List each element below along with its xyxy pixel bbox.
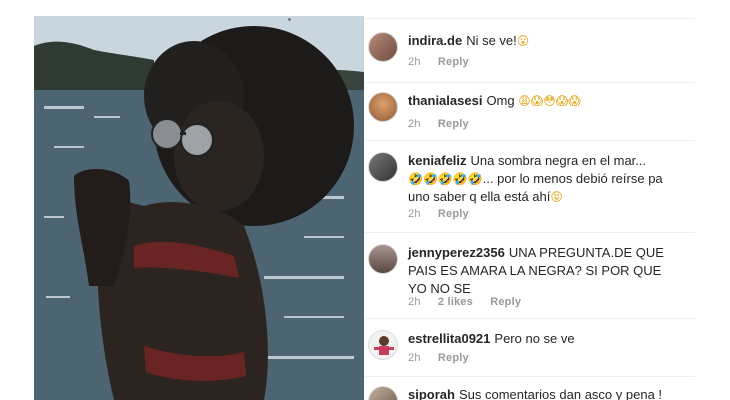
comment-meta: 2h Reply (408, 56, 483, 68)
comment-text: jennyperez2356 UNA PREGUNTA.DE QUE PAIS E… (408, 244, 678, 298)
reply-button[interactable]: Reply (438, 56, 469, 68)
comment-meta: 2h 2 likes Reply (408, 296, 535, 308)
comment-body: Pero no se ve (494, 331, 575, 346)
comment-separator (365, 82, 695, 83)
comment-body: Omg (486, 93, 515, 108)
comment-username[interactable]: siporah (408, 387, 455, 400)
avatar[interactable] (368, 32, 398, 62)
comment-text: thanialasesi Omg 😩😱😳😱😱 (408, 92, 678, 110)
cartoon-avatar-icon (374, 336, 394, 355)
comment-text: keniafeliz Una sombra negra en el mar... … (408, 152, 678, 206)
comment-username[interactable]: keniafeliz (408, 153, 467, 168)
comment-time: 2h (408, 296, 421, 308)
photo-scene (34, 16, 364, 400)
comment-username[interactable]: estrellita0921 (408, 331, 490, 346)
avatar[interactable] (368, 330, 398, 360)
comment-meta: 2h Reply (408, 118, 483, 130)
comment-time: 2h (408, 56, 421, 68)
comment-time: 2h (408, 118, 421, 130)
avatar[interactable] (368, 152, 398, 182)
comment-separator (365, 318, 695, 319)
comment-username[interactable]: indira.de (408, 33, 462, 48)
comment-time: 2h (408, 352, 421, 364)
comment-body: Una sombra negra en el mar... (470, 153, 647, 168)
reply-button[interactable]: Reply (438, 208, 469, 220)
comment-username[interactable]: jennyperez2356 (408, 245, 505, 260)
avatar[interactable] (368, 386, 398, 400)
comment-text: siporah Sus comentarios dan asco y pena ! (408, 386, 678, 400)
comment-separator (365, 18, 695, 19)
emoji: 😩😱😳😱😱 (518, 94, 581, 108)
emoji: 😝 (550, 190, 563, 204)
reply-button[interactable]: Reply (438, 118, 469, 130)
emoji: 😮 (516, 34, 530, 48)
comment-text: indira.de Ni se ve!😮 (408, 32, 678, 50)
comment-separator (365, 232, 695, 233)
comment-text: estrellita0921 Pero no se ve (408, 330, 678, 348)
comment-meta: 2h Reply (408, 352, 483, 364)
comment-separator (365, 376, 695, 377)
reply-button[interactable]: Reply (490, 296, 521, 308)
likes-count[interactable]: 2 likes (438, 296, 473, 308)
reply-button[interactable]: Reply (438, 352, 469, 364)
comment-body: Ni se ve! (466, 33, 517, 48)
comment-username[interactable]: thanialasesi (408, 93, 482, 108)
post-photo[interactable] (34, 16, 364, 400)
comment-body: Sus comentarios dan asco y pena ! (458, 387, 663, 400)
emoji: 🤣🤣🤣🤣🤣 (408, 172, 483, 186)
avatar[interactable] (368, 92, 398, 122)
comments-list[interactable]: indira.de Ni se ve!😮 2h Reply thanialases… (365, 18, 695, 400)
comment-meta: 2h Reply (408, 208, 483, 220)
comment-separator (365, 140, 695, 141)
comment-time: 2h (408, 208, 421, 220)
top-indicator-dot (288, 18, 291, 21)
avatar[interactable] (368, 244, 398, 274)
